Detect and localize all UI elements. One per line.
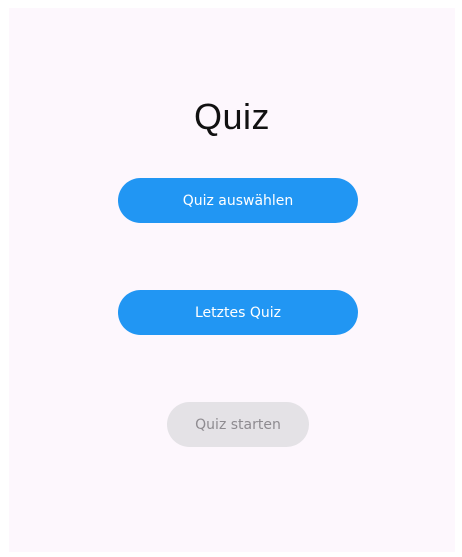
start-quiz-button[interactable]: Quiz starten [167,402,309,447]
last-quiz-button[interactable]: Letztes Quiz [118,290,358,335]
select-quiz-button[interactable]: Quiz auswählen [118,178,358,223]
page-title: Quiz [193,96,271,137]
quiz-screen: Quiz Quiz auswählen Letztes Quiz Quiz st… [9,8,455,552]
